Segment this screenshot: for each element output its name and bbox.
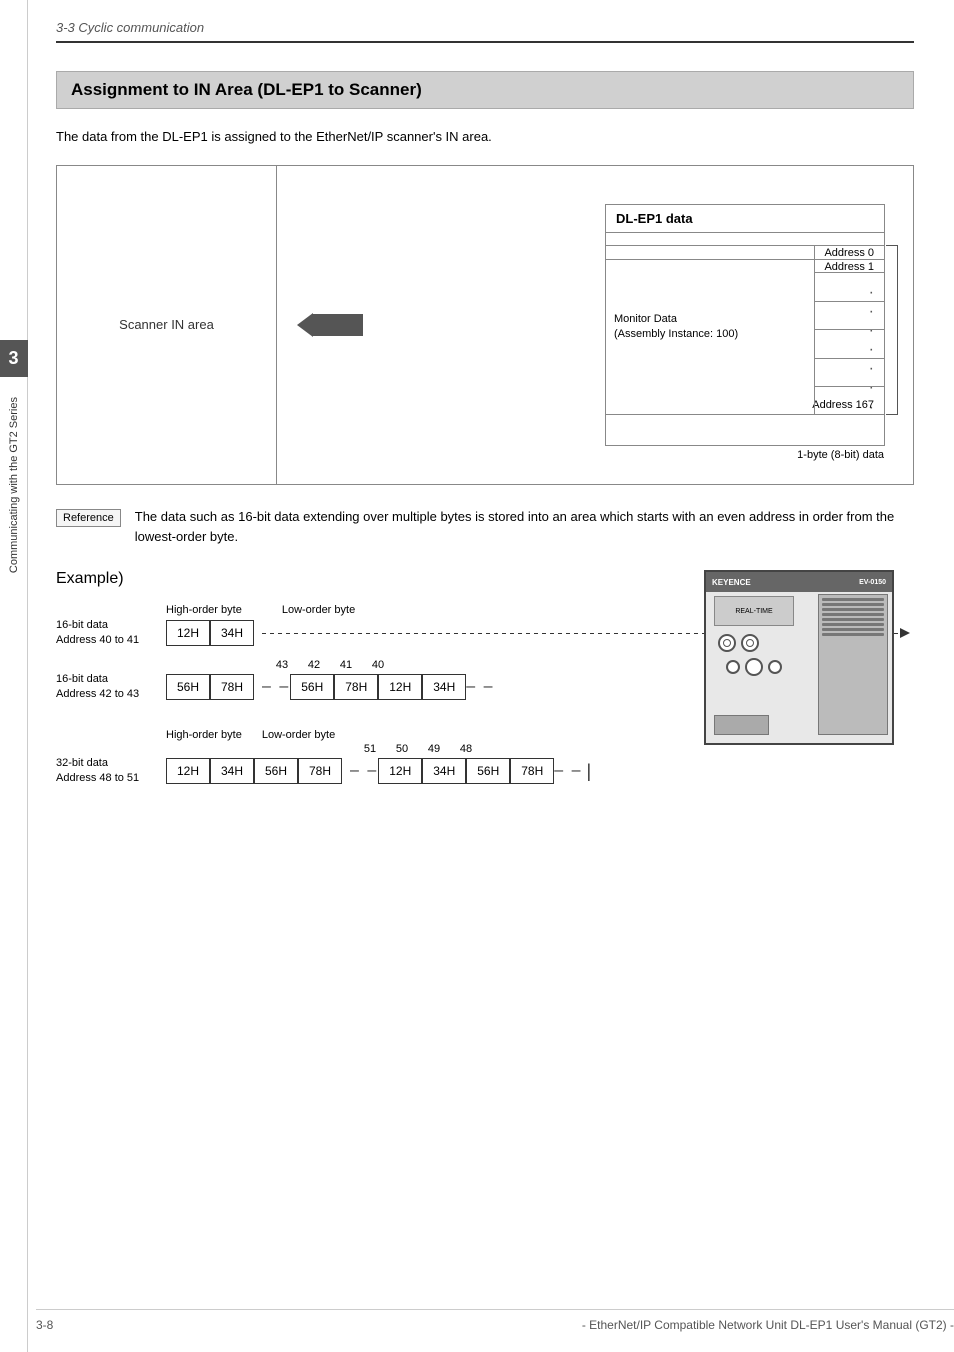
byte-cell-56h-b: 56H [254,758,298,784]
byte-group-1: 12H 34H [166,620,254,646]
sub-cells [814,245,884,415]
one-byte-label: 1-byte (8-bit) data [797,449,884,461]
dest-cell-56h: 56H [290,674,334,700]
slot-line-4 [822,613,884,616]
reference-badge: Reference [56,509,121,527]
section-heading: Assignment to IN Area (DL-EP1 to Scanner… [56,71,914,109]
scanner-area-label: Scanner IN area [57,166,277,484]
byte-cell-34h-b: 34H [210,758,254,784]
footer-page-num: 3-8 [36,1318,53,1332]
byte-cell-78h-1: 78H [210,674,254,700]
circle-1 [718,634,736,652]
dest-cell-34h: 34H [422,674,466,700]
row2-connection: – – 56H 78H 12H 34H – – [262,674,495,700]
arrow-head-left [297,313,313,337]
circle-5 [768,660,782,674]
intro-text: The data from the DL-EP1 is assigned to … [56,127,914,147]
example-row-3: 32-bit dataAddress 48 to 51 12H 34H 56H … [56,756,914,787]
row-label-3: 32-bit dataAddress 48 to 51 [56,756,166,787]
slot-line-3 [822,608,884,611]
example-section: Example) High-order byte Low-order byte … [56,570,914,786]
row-label-1: 16-bit dataAddress 40 to 41 [56,618,166,649]
slot-line-7 [822,628,884,631]
sub-cell-2 [815,273,884,302]
slot-line-1 [822,598,884,601]
device-chip-top: REAL-TIME [714,596,794,626]
dest-cell-56h-b: 56H [466,758,510,784]
device-illustration: KEYENCE EV-0150 REAL-TIME [704,570,894,745]
byte-cell-12h-b: 12H [166,758,210,784]
circle-4 [745,658,763,676]
page-header: 3-3 Cyclic communication [56,20,914,43]
page-footer: 3-8 - EtherNet/IP Compatible Network Uni… [36,1309,954,1332]
main-content: 3-3 Cyclic communication Assignment to I… [36,0,954,856]
side-tab: 3 Communicating with the GT2 Series [0,0,28,1352]
device-circles-bottom [726,658,782,676]
device-circles-area [718,634,759,652]
dl-ep1-box: DL-EP1 data Address 0 Address 1 Address … [605,204,885,446]
right-brace [886,245,898,415]
slot-line-6 [822,623,884,626]
circle-inner-2 [746,639,754,647]
dest-cell-78h: 78H [334,674,378,700]
left-arrow [297,313,363,337]
dest-cell-12h-b: 12H [378,758,422,784]
slot-line-8 [822,633,884,636]
sub-cell-5 [815,359,884,388]
footer-title: - EtherNet/IP Compatible Network Unit DL… [582,1318,954,1332]
byte-cell-34h: 34H [210,620,254,646]
dest-cell-34h-b: 34H [422,758,466,784]
circle-3 [726,660,740,674]
side-text: Communicating with the GT2 Series [8,397,20,573]
byte-group-3: 12H 34H 56H 78H [166,758,342,784]
byte-cell-56h-1: 56H [166,674,210,700]
sub-cell-3 [815,302,884,331]
main-diagram: Scanner IN area DL-EP1 data Address 0 [56,165,914,485]
circle-2 [741,634,759,652]
row-label-2: 16-bit dataAddress 42 to 43 [56,672,166,703]
sub-cell-4 [815,330,884,359]
device-slots [818,594,888,735]
dl-ep1-area: DL-EP1 data Address 0 Address 1 Address … [393,184,895,466]
slot-line-5 [822,618,884,621]
arrow-area [277,166,393,484]
byte-cell-12h: 12H [166,620,210,646]
row3-connection: – – 12H 34H 56H 78H – – | [350,758,591,784]
byte-group-2: 56H 78H [166,674,254,700]
sub-cell-1 [815,245,884,274]
chapter-number: 3 [0,340,28,377]
sub-cell-6 [815,387,884,415]
monitor-data-label: Monitor Data (Assembly Instance: 100) [614,312,738,343]
dl-ep1-content: Address 0 Address 1 Address 167 Monitor … [606,233,884,441]
device-connector [714,715,769,735]
reference-text: The data such as 16-bit data extending o… [135,507,914,549]
dest-cell-78h-b: 78H [510,758,554,784]
arrow-body [313,314,363,336]
arrow-head-right-1 [900,628,910,638]
slot-line-2 [822,603,884,606]
device-top-bar: KEYENCE EV-0150 [706,572,892,592]
circle-inner-1 [723,639,731,647]
byte-cell-78h-b: 78H [298,758,342,784]
reference-section: Reference The data such as 16-bit data e… [56,507,914,549]
dest-cell-12h: 12H [378,674,422,700]
dl-ep1-label: DL-EP1 data [606,205,884,233]
